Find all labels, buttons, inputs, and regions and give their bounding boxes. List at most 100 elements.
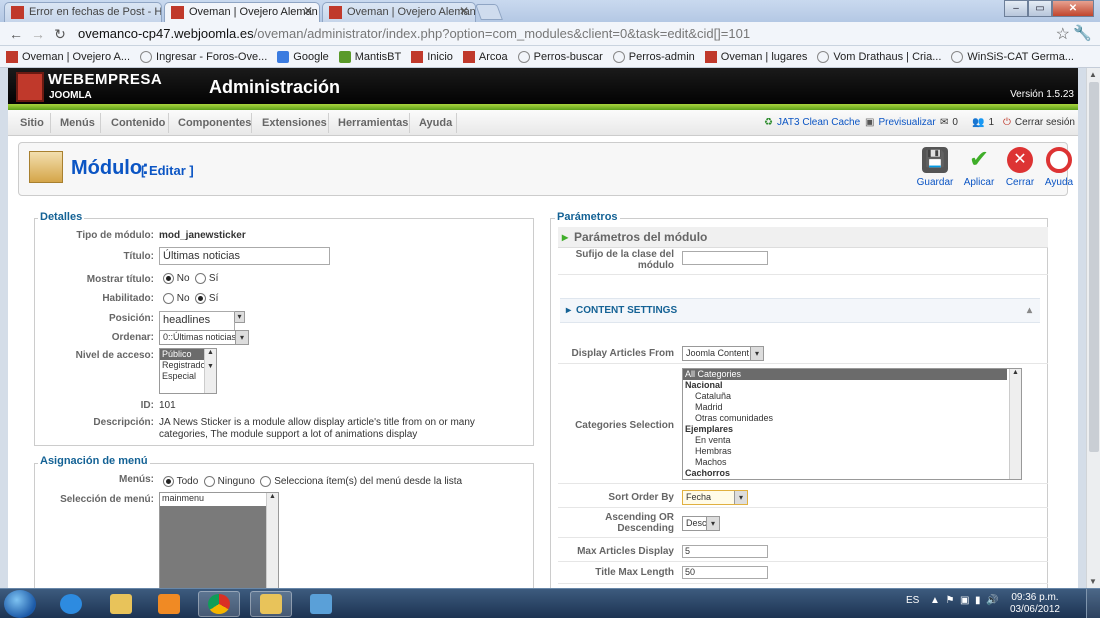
bookmark-item[interactable]: Vom Drathaus | Cria... (817, 50, 941, 63)
order-value: 0::Últimas noticias (163, 332, 237, 342)
browser-tab[interactable]: Error en fechas de Post - He (4, 2, 162, 22)
menu-option[interactable]: mainmenu (160, 493, 278, 504)
close-tab-icon[interactable]: ✕ (303, 4, 313, 18)
show-title-no-radio[interactable] (163, 273, 174, 284)
scroll-up-icon[interactable]: ▲ (1089, 70, 1097, 79)
menu-ayuda[interactable]: Ayuda (419, 117, 452, 129)
tab-label: Oveman | Ovejero Aleman (189, 6, 318, 18)
max-articles-input[interactable]: 5 (682, 545, 768, 558)
close-window-button[interactable]: ✕ (1052, 0, 1094, 17)
messages-count[interactable]: ✉ 0 (940, 117, 958, 128)
yes-label: Sí (208, 293, 219, 305)
preview-link[interactable]: ▣ Previsualizar (865, 117, 936, 128)
taskbar-clock[interactable]: 09:36 p.m. 03/06/2012 (1010, 592, 1060, 616)
save-button[interactable]: 💾 Guardar (912, 147, 958, 188)
menu-selection-list[interactable]: mainmenu ▲ (159, 492, 279, 588)
page-scrollbar[interactable]: ▲ ▼ (1086, 68, 1100, 588)
bookmark-item[interactable]: Perros-buscar (517, 50, 603, 63)
bookmark-item[interactable]: Inicio (411, 50, 453, 63)
bookmark-item[interactable]: Ingresar - Foros-Ove... (140, 50, 267, 63)
menus-select-radio[interactable] (260, 476, 272, 487)
sort-select[interactable]: Fecha ▾ (682, 490, 748, 505)
url-input[interactable]: ovemanco-cp47.webjoomla.es/oveman/admini… (74, 24, 1064, 44)
menu-herramientas[interactable]: Herramientas (338, 117, 408, 129)
menu-options-selected-block[interactable] (160, 506, 266, 588)
bookmark-item[interactable]: Perros-admin (612, 50, 695, 63)
taskbar-explorer[interactable] (100, 591, 142, 617)
scrollbar-thumb[interactable] (1089, 82, 1099, 452)
clean-cache-link[interactable]: ♻ JAT3 Clean Cache (764, 117, 860, 128)
category-option[interactable]: En venta (683, 435, 1007, 446)
menus-all-radio[interactable] (163, 476, 174, 487)
bookmark-favicon-icon (6, 50, 18, 63)
minimize-window-button[interactable]: – (1004, 0, 1028, 17)
category-option[interactable]: Machos (683, 457, 1007, 468)
preview-icon: ▣ (865, 117, 875, 128)
help-button[interactable]: Ayuda (1036, 147, 1078, 188)
category-option[interactable]: Cachorros (683, 468, 1007, 479)
menu-extensiones[interactable]: Extensiones (262, 117, 327, 129)
browser-tab[interactable]: Oveman | Ovejero Aleman ✕ (322, 2, 476, 22)
content-settings-header[interactable]: ▸ CONTENT SETTINGS ▴ (560, 298, 1040, 323)
listbox-scrollbar[interactable]: ▲ ▼ (204, 349, 216, 393)
show-title-yes-radio[interactable] (195, 273, 207, 284)
title-field[interactable]: Últimas noticias (159, 247, 330, 265)
bookmark-item[interactable]: Google (277, 50, 329, 63)
menu-contenido[interactable]: Contenido (111, 117, 165, 129)
enabled-no-radio[interactable] (163, 293, 174, 304)
taskbar-media[interactable] (148, 591, 190, 617)
taskbar-chrome[interactable] (198, 591, 240, 617)
category-option[interactable]: Hembras (683, 446, 1007, 457)
position-dropdown[interactable]: ▾ (234, 311, 245, 323)
bookmark-item[interactable]: Oveman | lugares (704, 50, 807, 63)
suffix-input[interactable] (682, 251, 768, 265)
listbox-scrollbar[interactable]: ▲ (1009, 369, 1021, 479)
title-max-input[interactable]: 50 (682, 566, 768, 579)
access-level-list[interactable]: Público Registrado Especial ▲ ▼ (159, 348, 217, 394)
maximize-window-button[interactable]: ▭ (1028, 0, 1052, 17)
taskbar-ie[interactable] (50, 591, 92, 617)
reload-icon[interactable]: ↻ (50, 24, 70, 44)
menu-componentes[interactable]: Componentes (178, 117, 251, 129)
bookmark-item[interactable]: MantisBT (338, 50, 401, 63)
language-indicator[interactable]: ES (906, 595, 919, 606)
bookmark-item[interactable]: Oveman | Ovejero A... (6, 50, 130, 63)
category-option[interactable]: Ejemplares (683, 424, 1007, 435)
scroll-down-icon[interactable]: ▼ (1089, 577, 1097, 586)
forward-icon[interactable]: → (28, 24, 48, 44)
start-button[interactable] (4, 590, 36, 618)
bookmark-item[interactable]: WinSiS-CAT Germa... (951, 50, 1074, 63)
show-desktop-button[interactable] (1086, 589, 1100, 618)
category-option[interactable]: Cataluña (683, 391, 1007, 402)
globe-icon (517, 50, 530, 63)
tray-icons[interactable]: ▲ ⚑ ▣ ▮ 🔊 (930, 595, 999, 606)
back-icon[interactable]: ← (6, 24, 26, 44)
bookmark-item[interactable]: Arcoa (462, 50, 508, 63)
users-count[interactable]: 👥 1 (972, 117, 994, 128)
position-input[interactable]: headlines (159, 311, 235, 331)
listbox-scrollbar[interactable]: ▲ (266, 493, 278, 588)
enabled-yes-radio[interactable] (195, 293, 207, 304)
taskbar-network[interactable] (300, 591, 342, 617)
menu-sitio[interactable]: Sitio (20, 117, 44, 129)
logout-link[interactable]: ⏻ Cerrar sesión (1003, 117, 1075, 128)
display-from-select[interactable]: Joomla Content ▾ (682, 346, 764, 361)
category-option[interactable]: Madrid (683, 402, 1007, 413)
menu-menus[interactable]: Menús (60, 117, 95, 129)
bookmark-star-icon[interactable]: ☆ (1056, 24, 1070, 44)
asc-select[interactable]: Desc ▾ (682, 516, 720, 531)
globe-icon (612, 50, 625, 63)
category-option[interactable]: Otras comunidades (683, 413, 1007, 424)
categories-list[interactable]: All Categories Nacional Cataluña Madrid Otra… (682, 368, 1022, 480)
apply-button[interactable]: ✔ Aplicar (956, 147, 1002, 189)
category-option[interactable]: All Categories (683, 369, 1007, 380)
wrench-icon[interactable]: 🔧 (1073, 24, 1092, 42)
taskbar-files[interactable] (250, 591, 292, 617)
browser-tab-active[interactable]: Oveman | Ovejero Aleman ✕ (164, 2, 320, 22)
site-favicon-icon (329, 6, 342, 19)
new-tab-button[interactable] (475, 4, 503, 20)
category-option[interactable]: Nacional (683, 380, 1007, 391)
order-select[interactable]: 0::Últimas noticias ▾ (159, 330, 249, 345)
menus-none-radio[interactable] (203, 476, 215, 487)
close-tab-icon[interactable]: ✕ (459, 4, 469, 18)
